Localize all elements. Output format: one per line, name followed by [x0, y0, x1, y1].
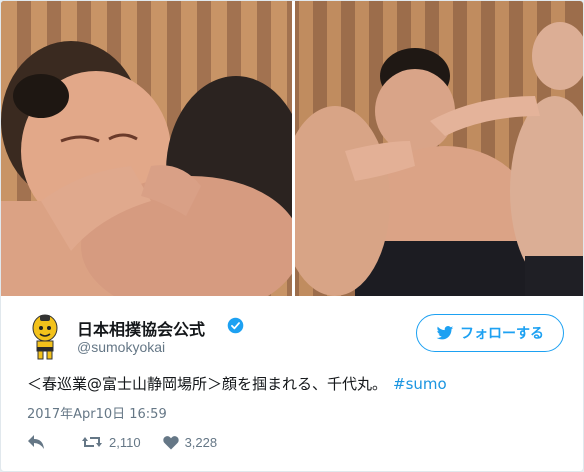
user-handle[interactable]: @sumokyokai	[77, 339, 165, 355]
tweet-card: 日本相撲協会公式 @sumokyokai フォローする ＜春巡業@富士山静岡場所…	[0, 0, 584, 472]
hashtag-link[interactable]: #sumo	[393, 375, 447, 393]
reply-icon	[28, 435, 44, 449]
twitter-bird-icon	[436, 325, 454, 339]
follow-button-label: フォローする	[460, 326, 544, 342]
photo-left-image	[1, 1, 292, 296]
retweet-button[interactable]: 2,110	[81, 434, 141, 450]
tweet-timestamp[interactable]: 2017年Apr10日 16:59	[27, 403, 167, 422]
like-button[interactable]: 3,228	[162, 434, 218, 450]
tweet-text: ＜春巡業@富士山静岡場所＞顔を掴まれる、千代丸。 #sumo	[27, 373, 447, 394]
reply-button[interactable]	[27, 434, 45, 450]
avatar-mascot-icon[interactable]	[29, 314, 61, 360]
retweet-icon	[82, 437, 102, 447]
tweet-header: 日本相撲協会公式 @sumokyokai フォローする	[1, 306, 583, 364]
photo-right[interactable]	[295, 1, 583, 296]
photo-left[interactable]	[1, 1, 292, 296]
like-count: 3,228	[184, 434, 218, 450]
tweet-actions: 2,110 3,228	[27, 431, 217, 453]
verified-badge-icon	[227, 317, 244, 334]
heart-icon	[162, 435, 179, 449]
display-name[interactable]: 日本相撲協会公式	[77, 316, 205, 340]
tweet-media[interactable]	[1, 1, 583, 296]
photo-right-image	[295, 1, 583, 296]
retweet-count: 2,110	[109, 434, 141, 450]
tweet-body: ＜春巡業@富士山静岡場所＞顔を掴まれる、千代丸。	[27, 375, 388, 393]
follow-button[interactable]: フォローする	[416, 314, 564, 352]
